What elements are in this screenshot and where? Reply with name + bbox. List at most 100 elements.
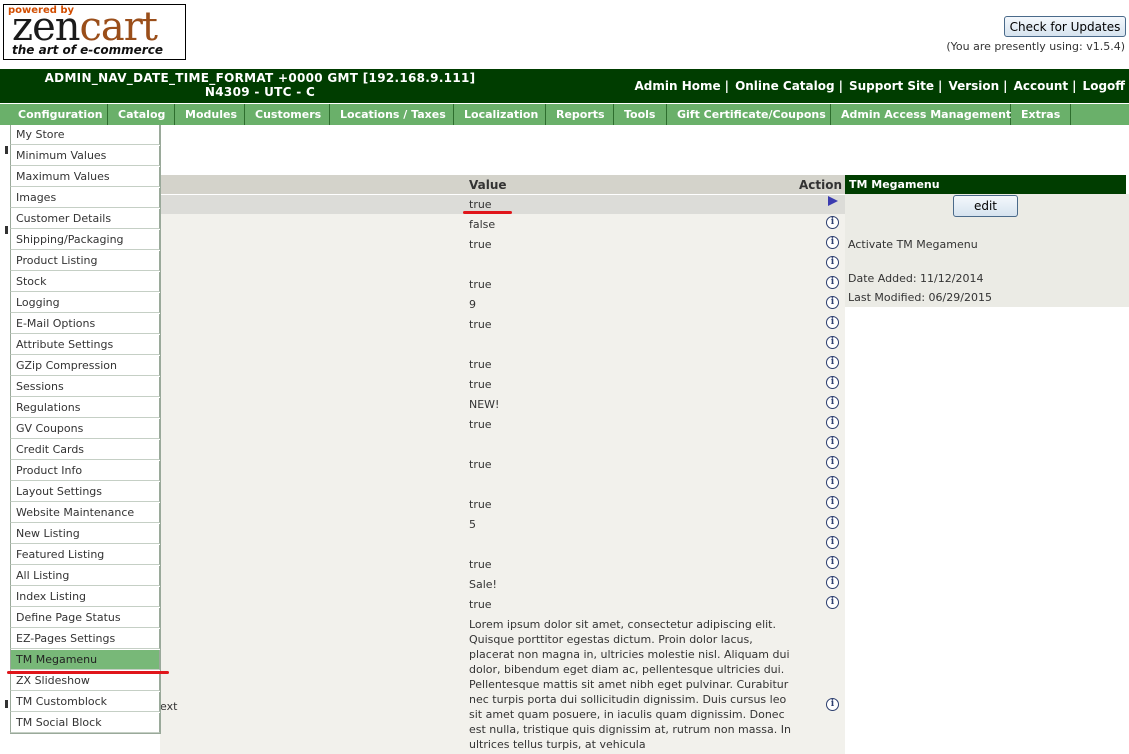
hidden-row-mark — [5, 700, 8, 708]
info-icon[interactable]: i — [826, 516, 839, 529]
dropdown-item-gzip-compression[interactable]: GZip Compression — [10, 356, 160, 376]
info-icon[interactable]: i — [826, 276, 839, 289]
header-separator: | — [1003, 79, 1008, 93]
logo-brand: zencart — [12, 7, 158, 47]
dropdown-item-tm-megamenu[interactable]: TM Megamenu — [10, 650, 160, 670]
header-link-version[interactable]: Version — [948, 79, 999, 93]
row-value: NEW! — [469, 398, 500, 411]
row-value: true — [469, 458, 492, 471]
menu-modules[interactable]: Modules — [175, 104, 245, 125]
header-separator: | — [838, 79, 843, 93]
dropdown-item-gv-coupons[interactable]: GV Coupons — [10, 419, 160, 439]
header-link-admin-home[interactable]: Admin Home — [635, 79, 721, 93]
row-value: true — [469, 318, 492, 331]
header-date-line2: N4309 - UTC - C — [204, 85, 316, 99]
header-link-online-catalog[interactable]: Online Catalog — [735, 79, 835, 93]
row-value: true — [469, 598, 492, 611]
header-link-logoff[interactable]: Logoff — [1083, 79, 1125, 93]
dropdown-item-credit-cards[interactable]: Credit Cards — [10, 440, 160, 460]
dropdown-item-define-page-status[interactable]: Define Page Status — [10, 608, 160, 628]
info-icon[interactable]: i — [826, 356, 839, 369]
menu-gift-certificate-coupons[interactable]: Gift Certificate/Coupons — [667, 104, 831, 125]
menu-locations-taxes[interactable]: Locations / Taxes — [330, 104, 454, 125]
dropdown-item-logging[interactable]: Logging — [10, 293, 160, 313]
info-icon[interactable]: i — [826, 436, 839, 449]
menu-tools[interactable]: Tools — [614, 104, 667, 125]
dropdown-item-layout-settings[interactable]: Layout Settings — [10, 482, 160, 502]
header-links: Admin Home | Online Catalog | Support Site | V… — [635, 79, 1125, 93]
dropdown-item-website-maintenance[interactable]: Website Maintenance — [10, 503, 160, 523]
info-icon[interactable]: i — [826, 556, 839, 569]
info-icon[interactable]: i — [826, 336, 839, 349]
dropdown-item-email-options[interactable]: E-Mail Options — [10, 314, 160, 334]
dropdown-item-minimum-values[interactable]: Minimum Values — [10, 146, 160, 166]
info-icon[interactable]: i — [826, 316, 839, 329]
menu-configuration[interactable]: Configuration — [8, 104, 108, 125]
info-icon[interactable]: i — [826, 576, 839, 589]
edit-button[interactable]: edit — [953, 195, 1018, 217]
info-icon[interactable]: i — [826, 236, 839, 249]
info-icon[interactable]: i — [826, 376, 839, 389]
menu-localization[interactable]: Localization — [454, 104, 546, 125]
menu-admin-access-management[interactable]: Admin Access Management — [831, 104, 1011, 125]
dropdown-item-all-listing[interactable]: All Listing — [10, 566, 160, 586]
dropdown-item-shipping-packaging[interactable]: Shipping/Packaging — [10, 230, 160, 250]
dropdown-item-index-listing[interactable]: Index Listing — [10, 587, 160, 607]
menu-extras[interactable]: Extras — [1011, 104, 1071, 125]
info-box-description: Activate TM Megamenu — [848, 238, 978, 251]
info-icon[interactable]: i — [826, 596, 839, 609]
hidden-row-mark — [5, 146, 8, 154]
row-title-fragment: ext — [160, 700, 178, 713]
info-icon[interactable]: i — [826, 476, 839, 489]
menu-customers[interactable]: Customers — [245, 104, 330, 125]
dropdown-item-new-listing[interactable]: New Listing — [10, 524, 160, 544]
dropdown-item-attribute-settings[interactable]: Attribute Settings — [10, 335, 160, 355]
dropdown-item-tm-customblock[interactable]: TM Customblock — [10, 692, 160, 712]
row-value: true — [469, 558, 492, 571]
dropdown-item-product-info[interactable]: Product Info — [10, 461, 160, 481]
menu-reports[interactable]: Reports — [546, 104, 614, 125]
dropdown-item-ez-pages-settings[interactable]: EZ-Pages Settings — [10, 629, 160, 649]
header-date-time: ADMIN_NAV_DATE_TIME_FORMAT +0000 GMT [19… — [0, 71, 520, 99]
row-value: true — [469, 198, 492, 211]
info-box-title: TM Megamenu — [845, 175, 1126, 194]
header-separator: | — [938, 79, 943, 93]
header-separator: | — [724, 79, 730, 93]
dropdown-item-zx-slideshow[interactable]: ZX Slideshow — [10, 671, 160, 691]
header-link-account[interactable]: Account — [1014, 79, 1069, 93]
row-value: true — [469, 418, 492, 431]
info-icon[interactable]: i — [826, 256, 839, 269]
row-value: true — [469, 278, 492, 291]
selected-arrow-icon — [828, 196, 838, 206]
header-link-support-site[interactable]: Support Site — [849, 79, 934, 93]
row-value: true — [469, 358, 492, 371]
info-icon[interactable]: i — [826, 416, 839, 429]
dropdown-item-stock[interactable]: Stock — [10, 272, 160, 292]
highlight-underline-value — [463, 211, 512, 214]
info-icon[interactable]: i — [826, 698, 839, 711]
row-value-long-text: Lorem ipsum dolor sit amet, consectetur … — [469, 618, 791, 751]
admin-header-bar: ADMIN_NAV_DATE_TIME_FORMAT +0000 GMT [19… — [0, 69, 1129, 103]
info-icon[interactable]: i — [826, 396, 839, 409]
column-header-action: Action — [799, 178, 843, 192]
info-icon[interactable]: i — [826, 496, 839, 509]
dropdown-item-sessions[interactable]: Sessions — [10, 377, 160, 397]
dropdown-item-regulations[interactable]: Regulations — [10, 398, 160, 418]
info-icon[interactable]: i — [826, 216, 839, 229]
info-icon[interactable]: i — [826, 536, 839, 549]
dropdown-item-images[interactable]: Images — [10, 188, 160, 208]
dropdown-item-featured-listing[interactable]: Featured Listing — [10, 545, 160, 565]
dropdown-item-my-store[interactable]: My Store — [10, 125, 160, 145]
check-for-updates-button[interactable]: Check for Updates — [1004, 16, 1126, 37]
menu-catalog[interactable]: Catalog — [108, 104, 175, 125]
header-date-line1: ADMIN_NAV_DATE_TIME_FORMAT +0000 GMT [19… — [44, 71, 476, 85]
dropdown-item-tm-social-block[interactable]: TM Social Block — [10, 713, 160, 733]
dropdown-item-product-listing[interactable]: Product Listing — [10, 251, 160, 271]
highlight-underline-menu-item — [7, 671, 169, 674]
column-header-value: Value — [469, 178, 507, 192]
dropdown-item-maximum-values[interactable]: Maximum Values — [10, 167, 160, 187]
info-icon[interactable]: i — [826, 456, 839, 469]
zencart-logo[interactable]: powered by zencart the art of e-commerce — [3, 4, 186, 60]
info-icon[interactable]: i — [826, 296, 839, 309]
dropdown-item-customer-details[interactable]: Customer Details — [10, 209, 160, 229]
